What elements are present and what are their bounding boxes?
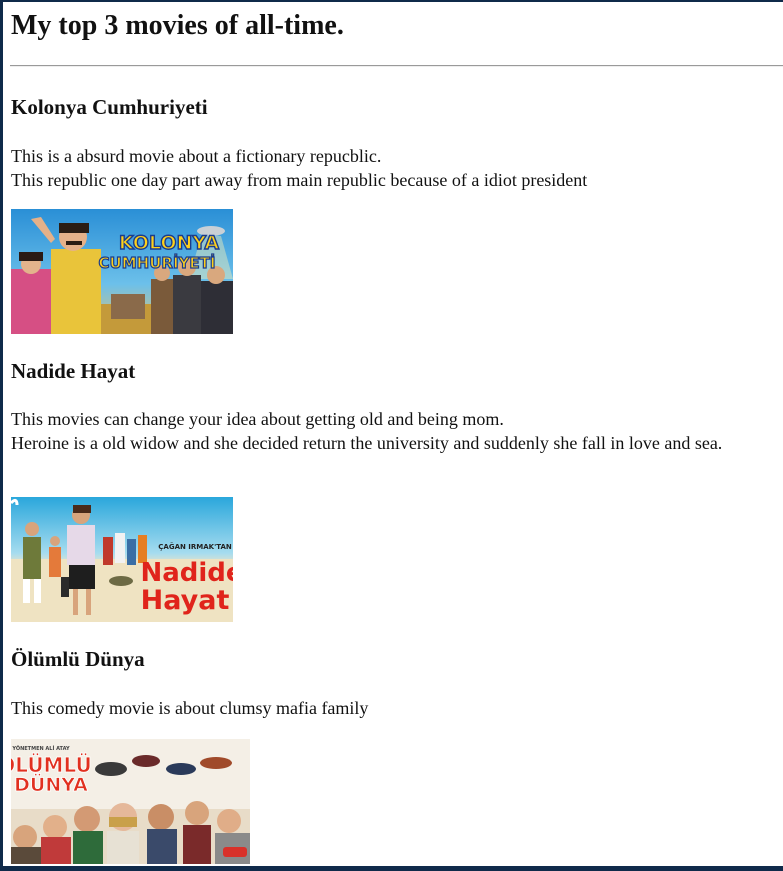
movie-description: This comedy movie is about clumsy mafia … [11,696,776,720]
poster-credit: YÖNETMEN ALİ ATAY [11,745,70,752]
description-line: This movies can change your idea about g… [11,409,504,429]
kolonya-cumhuriyeti-poster: KOLONYA CUMHURİYETİ [11,209,233,334]
poster-title-line: KOLONYA [119,232,219,254]
description-line: Heroine is a old widow and she decided r… [11,433,723,453]
movie-description: This is a absurd movie about a fictionar… [11,144,776,192]
nadide-hayat-poster: ÇAĞAN IRMAK'TAN Nadide Hayat [11,497,233,622]
page-title: My top 3 movies of all-time. [11,10,344,41]
olumlu-dunya-poster: YÖNETMEN ALİ ATAY ÖLÜMLÜ DÜNYA [11,739,250,864]
movie-description: This movies can change your idea about g… [11,407,776,455]
movie-section-nadide-hayat: Nadide Hayat [11,358,776,384]
movie-title: Nadide Hayat [11,359,136,383]
poster-title-line: Hayat [141,585,230,616]
description-line: This republic one day part away from mai… [11,170,588,190]
window-frame-left [0,0,3,871]
movie-title: Kolonya Cumhuriyeti [11,95,208,119]
movie-section-kolonya-cumhuriyeti: Kolonya Cumhuriyeti [11,94,776,120]
poster-title-line: DÜNYA [14,772,88,796]
description-line: This is a absurd movie about a fictionar… [11,146,382,166]
poster-title-line: Nadide [140,558,233,588]
description-line: This comedy movie is about clumsy mafia … [11,698,369,718]
window-frame-top [0,0,783,2]
window-frame-bottom [0,866,783,871]
title-divider [10,65,783,67]
movie-section-olumlu-dunya: Ölümlü Dünya [11,646,776,672]
movie-title: Ölümlü Dünya [11,647,145,671]
poster-title-line: CUMHURİYETİ [99,253,216,272]
poster-credit: ÇAĞAN IRMAK'TAN [158,542,232,551]
